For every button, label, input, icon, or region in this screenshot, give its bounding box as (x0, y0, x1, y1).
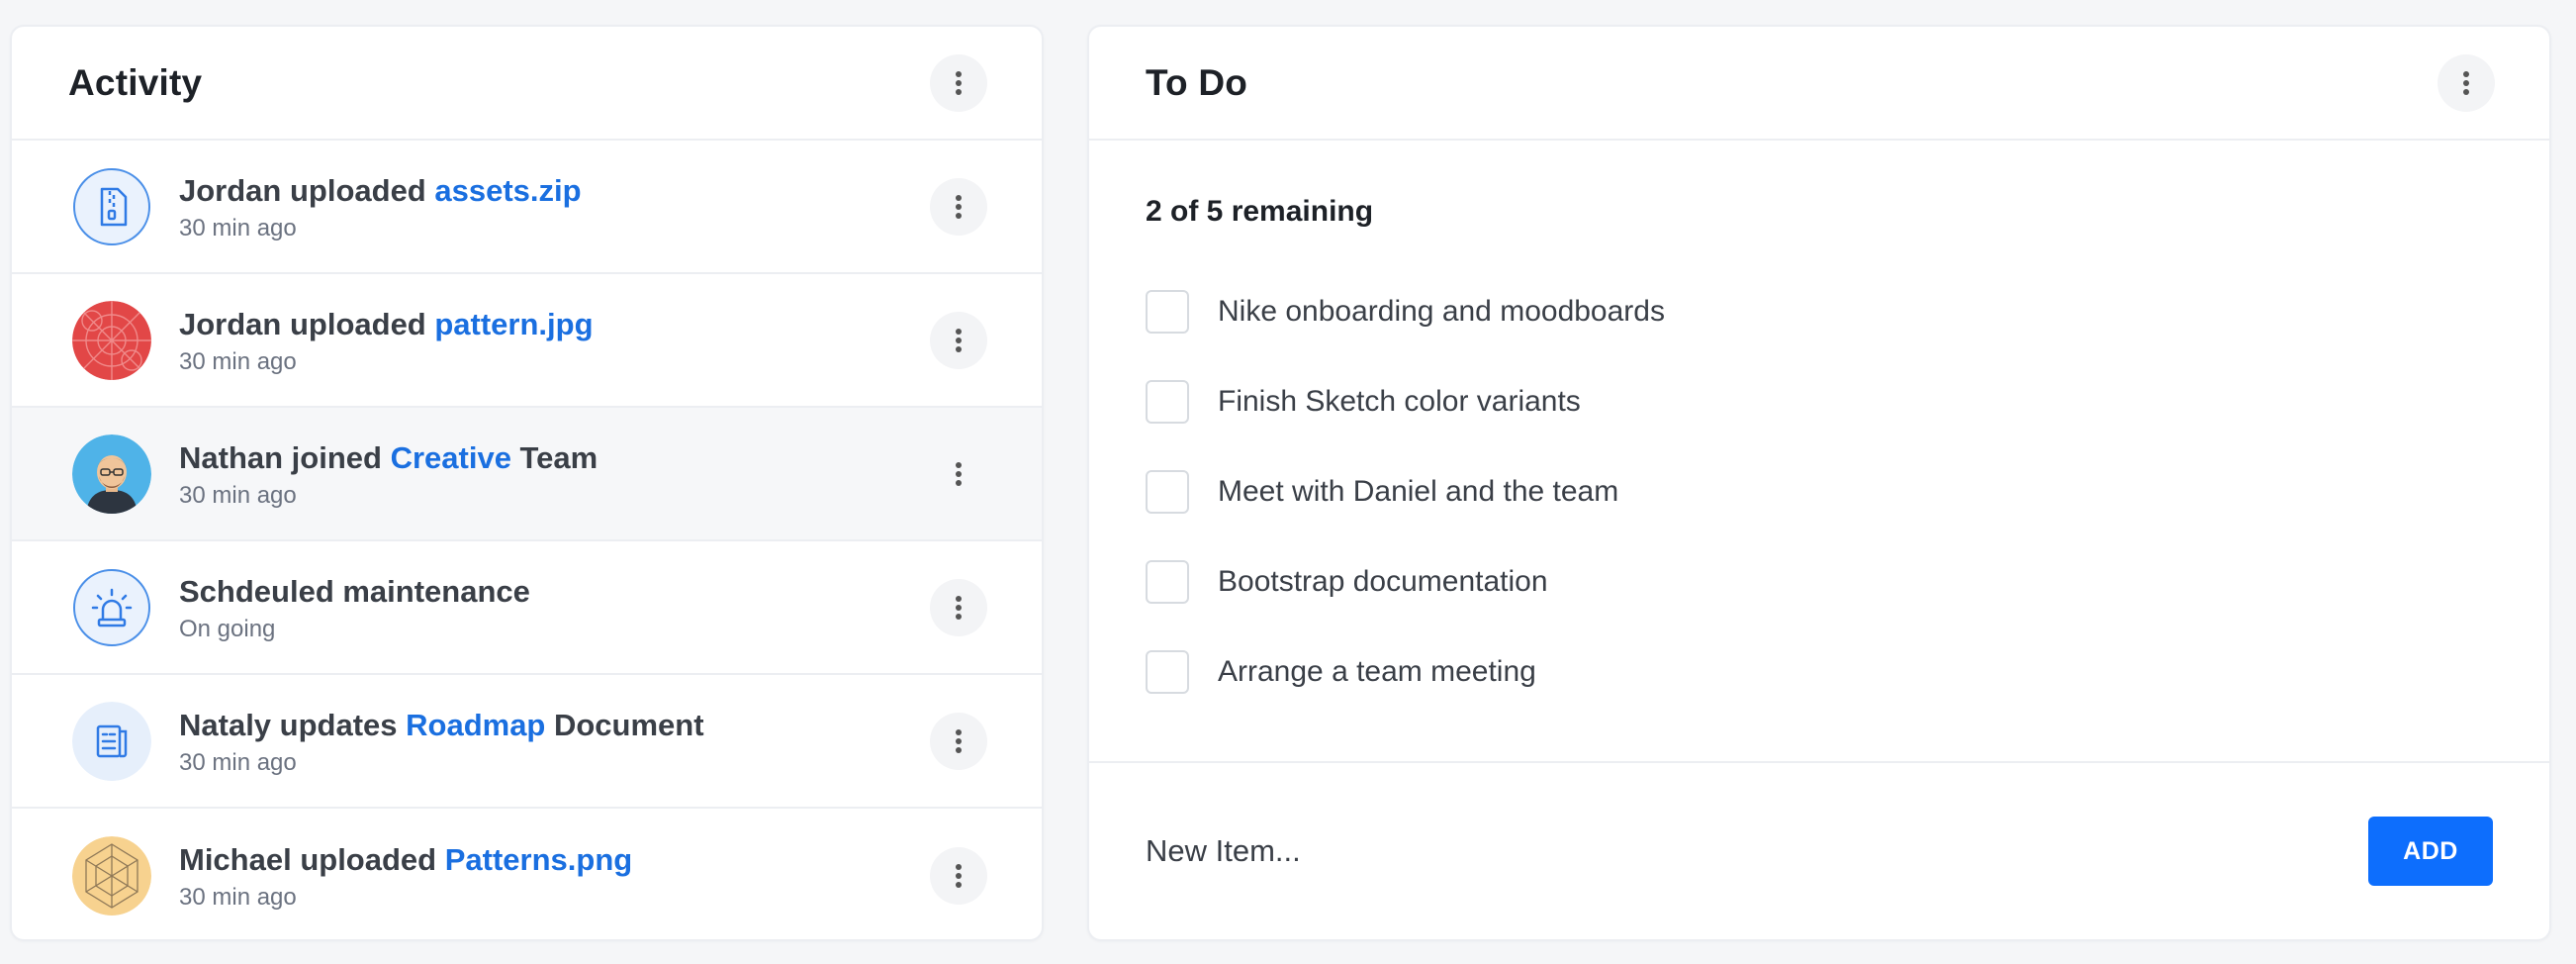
todo-card: To Do 2 of 5 remaining Nike onboarding a… (1087, 25, 2551, 941)
activity-item: Michael uploaded Patterns.png 30 min ago (12, 809, 1042, 939)
todo-item: Meet with Daniel and the team (1146, 445, 2493, 538)
add-button[interactable]: ADD (2368, 817, 2493, 886)
activity-card: Activity Jordan uploaded assets.zip 30 m… (10, 25, 1044, 941)
yellow-pattern-thumbnail (72, 835, 151, 916)
kebab-icon (956, 70, 962, 95)
activity-message: Michael uploaded Patterns.png (179, 841, 633, 877)
activity-item: Jordan uploaded pattern.jpg 30 min ago (12, 274, 1042, 408)
todo-more-options-button[interactable] (2438, 53, 2495, 112)
remaining-count: 2 of 5 remaining (1146, 195, 1374, 228)
activity-item: Nataly updates Roadmap Document 30 min a… (12, 675, 1042, 809)
activity-time: 30 min ago (179, 214, 297, 241)
user-avatar (72, 434, 151, 514)
activity-item-more-button[interactable] (930, 177, 987, 236)
activity-item-more-button[interactable] (930, 578, 987, 636)
todo-checkbox[interactable] (1146, 290, 1189, 334)
activity-link[interactable]: Patterns.png (445, 842, 632, 877)
kebab-icon (956, 728, 962, 753)
new-item-input[interactable] (1146, 833, 2036, 869)
zip-file-icon (72, 167, 151, 246)
todo-checkbox[interactable] (1146, 560, 1189, 604)
todo-body: 2 of 5 remaining Nike onboarding and moo… (1089, 141, 2549, 719)
activity-message: Jordan uploaded assets.zip (179, 172, 582, 208)
todo-footer: ADD (1089, 761, 2549, 939)
todo-item: Nike onboarding and moodboards (1146, 265, 2493, 358)
activity-item-more-button[interactable] (930, 445, 987, 503)
activity-time: 30 min ago (179, 347, 297, 375)
activity-item: Schdeuled maintenance On going (12, 541, 1042, 675)
activity-item-more-button[interactable] (930, 311, 987, 369)
todo-label: Finish Sketch color variants (1218, 385, 1581, 418)
alarm-icon (72, 568, 151, 647)
kebab-icon (956, 328, 962, 352)
todo-checkbox[interactable] (1146, 380, 1189, 424)
activity-link[interactable]: pattern.jpg (434, 307, 593, 341)
activity-link[interactable]: Roadmap (406, 708, 545, 742)
kebab-icon (956, 863, 962, 888)
activity-list: Jordan uploaded assets.zip 30 min ago Jo… (12, 141, 1042, 939)
kebab-icon (956, 461, 962, 486)
activity-title: Activity (68, 61, 203, 103)
todo-checkbox[interactable] (1146, 470, 1189, 514)
todo-list: Nike onboarding and moodboards Finish Sk… (1146, 265, 2493, 719)
todo-checkbox[interactable] (1146, 650, 1189, 694)
todo-label: Meet with Daniel and the team (1218, 475, 1619, 508)
activity-message: Nathan joined Creative Team (179, 439, 598, 475)
activity-message: Nataly updates Roadmap Document (179, 707, 704, 742)
todo-title: To Do (1146, 61, 1248, 103)
todo-label: Arrange a team meeting (1218, 655, 1536, 688)
activity-message: Schdeuled maintenance (179, 573, 530, 609)
red-pattern-thumbnail (72, 300, 151, 380)
todo-label: Nike onboarding and moodboards (1218, 295, 1665, 328)
todo-header: To Do (1089, 27, 2549, 141)
activity-time: 30 min ago (179, 481, 297, 509)
activity-time: On going (179, 615, 276, 642)
activity-time: 30 min ago (179, 748, 297, 776)
activity-time: 30 min ago (179, 883, 297, 911)
todo-item: Bootstrap documentation (1146, 535, 2493, 628)
todo-label: Bootstrap documentation (1218, 565, 1548, 598)
todo-item: Arrange a team meeting (1146, 626, 2493, 719)
activity-message: Jordan uploaded pattern.jpg (179, 306, 594, 341)
activity-item: Nathan joined Creative Team 30 min ago (12, 408, 1042, 541)
kebab-icon (956, 194, 962, 219)
activity-item-more-button[interactable] (930, 712, 987, 770)
kebab-icon (956, 595, 962, 620)
activity-link[interactable]: Creative (391, 440, 511, 475)
document-icon (72, 701, 151, 781)
activity-header: Activity (12, 27, 1042, 141)
activity-more-options-button[interactable] (930, 53, 987, 112)
kebab-icon (2463, 70, 2469, 95)
activity-link[interactable]: assets.zip (434, 173, 581, 208)
activity-item: Jordan uploaded assets.zip 30 min ago (12, 141, 1042, 274)
todo-item: Finish Sketch color variants (1146, 355, 2493, 448)
activity-item-more-button[interactable] (930, 846, 987, 905)
